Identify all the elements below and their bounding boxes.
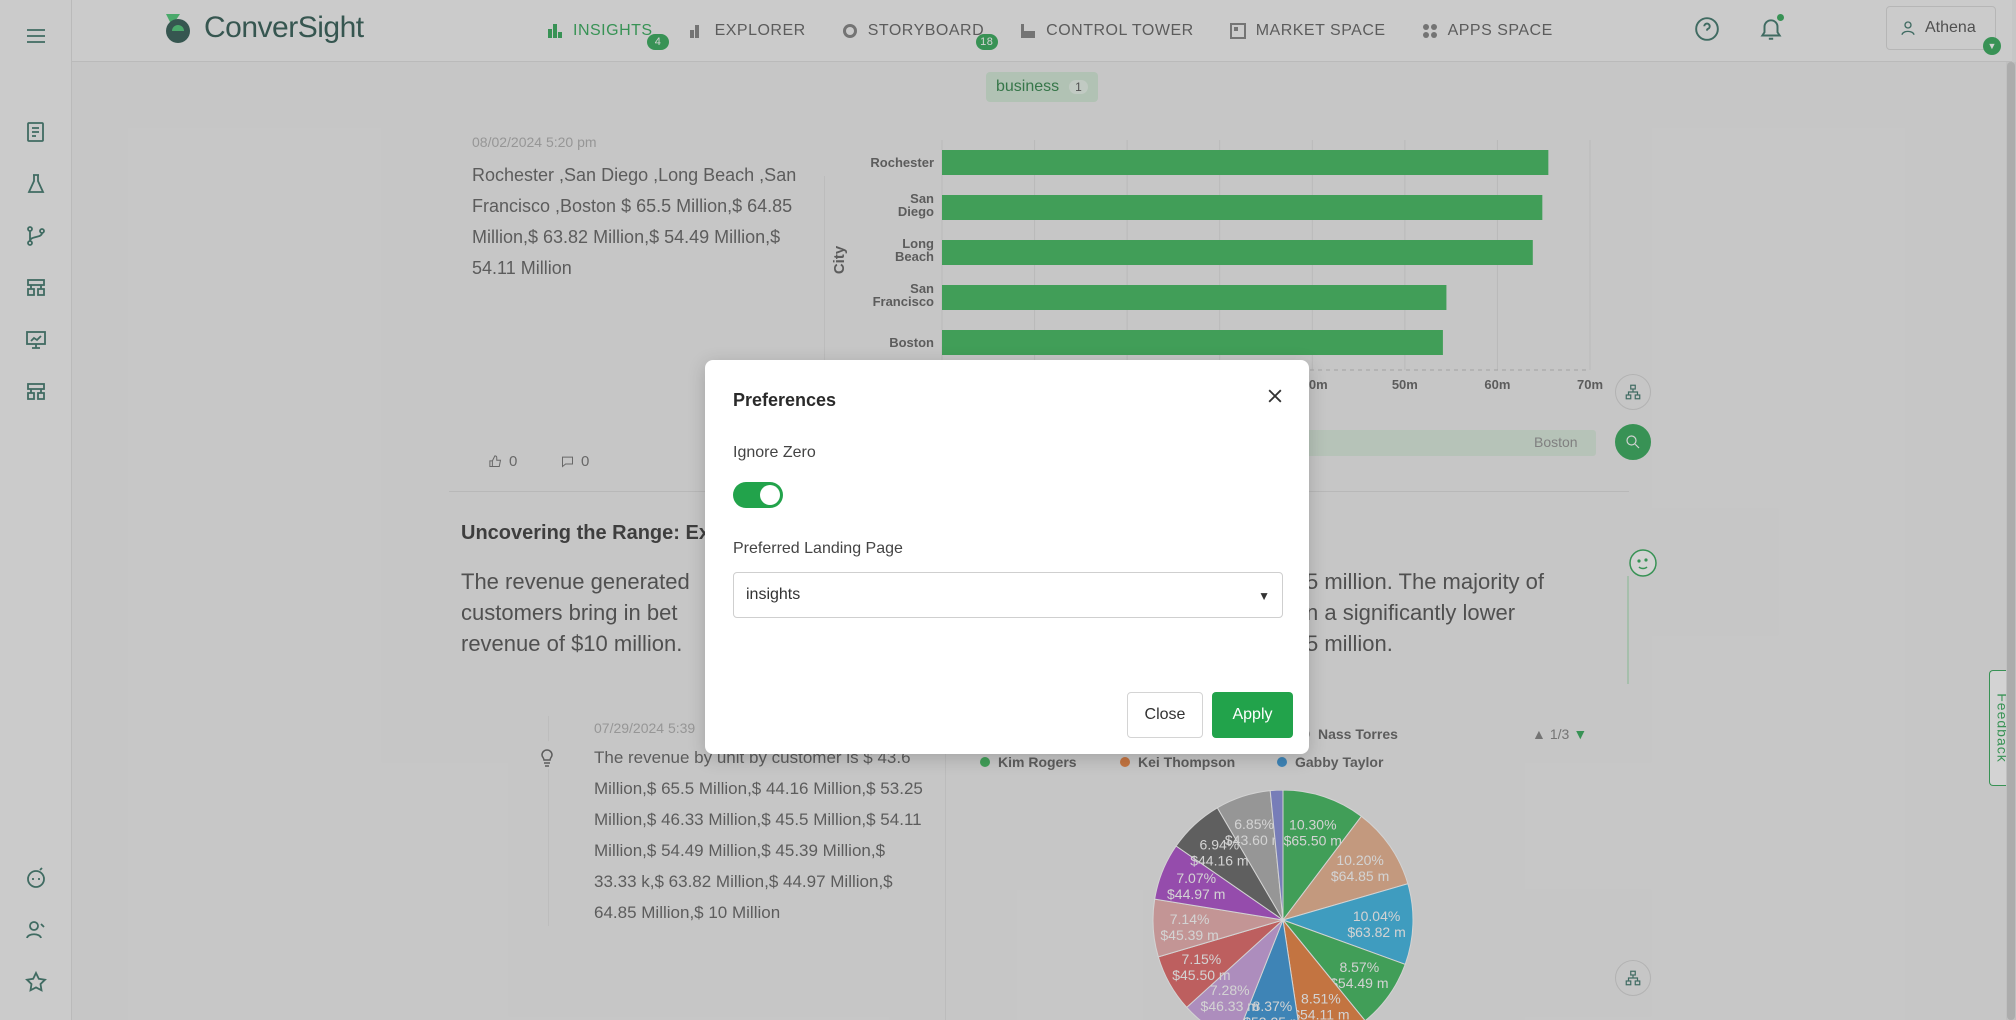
apply-button[interactable]: Apply bbox=[1212, 692, 1293, 738]
ignore-zero-label: Ignore Zero bbox=[733, 444, 816, 461]
toggle-knob bbox=[760, 485, 780, 505]
preferences-dialog: Preferences Ignore Zero Preferred Landin… bbox=[705, 360, 1309, 754]
chevron-down-icon: ▼ bbox=[1258, 589, 1270, 603]
landing-page-label: Preferred Landing Page bbox=[733, 540, 903, 557]
close-icon[interactable] bbox=[1261, 382, 1289, 410]
dialog-title: Preferences bbox=[733, 390, 837, 410]
close-button[interactable]: Close bbox=[1127, 692, 1203, 738]
landing-page-value: insights bbox=[746, 586, 801, 603]
landing-page-select[interactable]: insights ▼ bbox=[733, 572, 1283, 618]
ignore-zero-toggle[interactable] bbox=[733, 482, 783, 508]
